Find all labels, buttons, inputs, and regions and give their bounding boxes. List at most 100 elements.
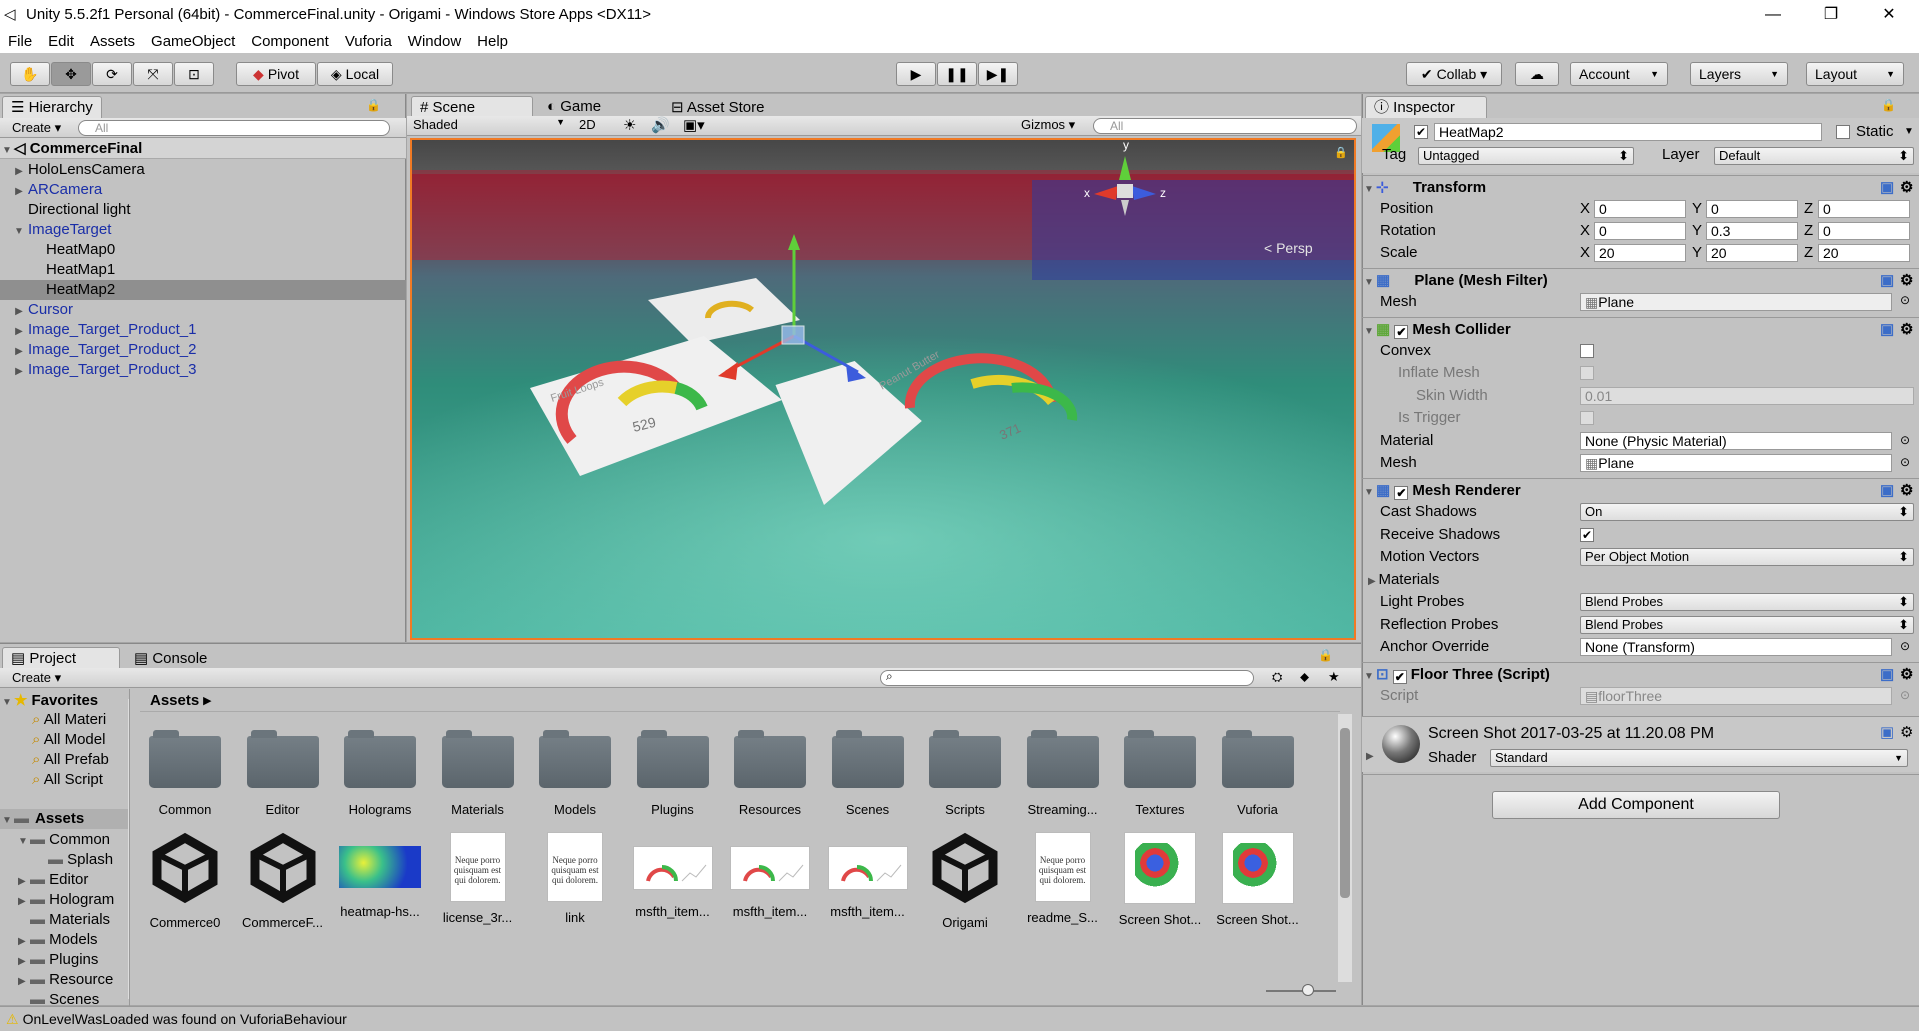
asset-file-item[interactable]: Commerce0 <box>140 832 230 930</box>
scene-lock-icon[interactable]: 🔒 <box>1334 146 1348 159</box>
scale-tool-button[interactable]: ⤧ <box>133 62 173 86</box>
tab-asset-store[interactable]: ⊟ Asset Store <box>671 98 764 116</box>
transform-header[interactable]: ▼ ⊹ Transform ▣ ⚙ <box>1362 175 1919 199</box>
foldout-arrow-icon[interactable]: ▶ <box>18 876 30 887</box>
asset-file-item[interactable]: Origami <box>920 832 1010 930</box>
shader-dropdown[interactable]: Standard ▼ <box>1490 749 1908 767</box>
asset-file-item[interactable]: Screen Shot... <box>1115 832 1205 927</box>
transform-y-field[interactable]: 0 <box>1706 200 1798 218</box>
static-arrow-icon[interactable]: ▼ <box>1904 126 1914 137</box>
axis-label-y[interactable]: Y <box>1692 244 1702 261</box>
gizmo-y-cone[interactable] <box>1119 156 1131 180</box>
settings-gear-icon[interactable]: ⚙ <box>1900 663 1913 687</box>
pivot-button[interactable]: ◆ Pivot <box>236 62 316 86</box>
favorite-item[interactable]: ⌕ All Prefab <box>32 751 109 768</box>
favorite-item[interactable]: ⌕ All Model <box>32 731 105 748</box>
help-icon[interactable]: ▣ <box>1880 318 1894 342</box>
orientation-gizmo[interactable]: y x z <box>1080 140 1170 236</box>
gizmo-neg-y-cone[interactable] <box>1121 200 1129 216</box>
account-dropdown[interactable]: Account ▼ <box>1570 62 1668 86</box>
menu-file[interactable]: File <box>8 33 32 50</box>
asset-file-item[interactable]: Screen Shot... <box>1213 832 1303 927</box>
reflection-probes-dropdown[interactable]: Blend Probes ⬍ <box>1580 616 1914 634</box>
local-button[interactable]: ◈ Local <box>317 62 393 86</box>
object-picker-icon[interactable]: ⊙ <box>1900 639 1910 653</box>
foldout-arrow-icon[interactable]: ▶ <box>18 896 30 907</box>
foldout-arrow-icon[interactable]: ▼ <box>0 811 14 831</box>
2d-toggle[interactable]: 2D <box>579 117 596 132</box>
project-search-input[interactable] <box>880 670 1254 686</box>
cast-shadows-dropdown[interactable]: On ⬍ <box>1580 503 1914 521</box>
projection-toggle[interactable]: < Persp <box>1264 240 1313 256</box>
mesh-renderer-header[interactable]: ▼ ▦ ✔ Mesh Renderer ▣ ⚙ <box>1362 478 1919 502</box>
axis-label-z[interactable]: Z <box>1804 244 1813 261</box>
tab-console[interactable]: ▤ Console <box>134 649 207 667</box>
maximize-icon[interactable]: ❐ <box>1803 0 1859 29</box>
pivot-cube[interactable] <box>781 325 805 345</box>
script-enabled-checkbox[interactable]: ✔ <box>1392 670 1407 684</box>
menu-help[interactable]: Help <box>477 33 508 50</box>
icon-size-slider[interactable] <box>1266 990 1336 992</box>
axis-label-z[interactable]: Z <box>1804 222 1813 239</box>
transform-z-field[interactable]: 20 <box>1818 244 1910 262</box>
scene-viewport[interactable]: Fruit Loops 529 Peanut Butter 371 y x z … <box>410 138 1356 640</box>
folder-item[interactable]: Resources <box>725 730 815 817</box>
asset-tree-item[interactable]: ▬ Materials <box>18 911 110 928</box>
menu-assets[interactable]: Assets <box>90 33 135 50</box>
settings-gear-icon[interactable]: ⚙ <box>1900 479 1913 503</box>
settings-gear-icon[interactable]: ⚙ <box>1900 269 1913 293</box>
icon-size-slider-thumb[interactable] <box>1302 984 1314 996</box>
asset-file-item[interactable]: Neque porro quisquam est qui dolorem. rea… <box>1018 832 1108 925</box>
settings-gear-icon[interactable]: ⚙ <box>1900 318 1913 342</box>
folder-item[interactable]: Holograms <box>335 730 425 817</box>
transform-y-field[interactable]: 0.3 <box>1706 222 1798 240</box>
tab-project[interactable]: ▤ Project <box>2 647 120 669</box>
folder-item[interactable]: Models <box>530 730 620 817</box>
gizmo-x-cone[interactable] <box>1094 186 1118 200</box>
favorites-row[interactable]: ▼ ★ Favorites <box>0 691 128 709</box>
rotate-tool-button[interactable]: ⟳ <box>92 62 132 86</box>
help-icon[interactable]: ▣ <box>1880 269 1894 293</box>
layer-dropdown[interactable]: Default ⬍ <box>1714 147 1914 165</box>
hierarchy-item[interactable]: ▶ Image_Target_Product_3 <box>0 360 406 380</box>
folder-item[interactable]: Common <box>140 730 230 817</box>
foldout-arrow-icon[interactable]: ▶ <box>12 182 26 202</box>
foldout-arrow-icon[interactable]: ▼ <box>1362 271 1376 295</box>
foldout-arrow-icon[interactable]: ▶ <box>12 362 26 382</box>
mesh-collider-header[interactable]: ▼ ▦ ✔ Mesh Collider ▣ ⚙ <box>1362 317 1919 341</box>
transform-z-field[interactable]: 0 <box>1818 200 1910 218</box>
foldout-arrow-icon[interactable]: ▼ <box>1362 665 1376 689</box>
folder-item[interactable]: Scenes <box>823 730 913 817</box>
hierarchy-item[interactable]: ▶ HoloLensCamera <box>0 160 406 180</box>
grid-scrollbar[interactable] <box>1338 714 1352 982</box>
grid-scroll-thumb[interactable] <box>1340 728 1350 898</box>
foldout-arrow-icon[interactable]: ▼ <box>1362 481 1376 505</box>
menu-window[interactable]: Window <box>408 33 461 50</box>
foldout-arrow-icon[interactable]: ▶ <box>1366 751 1374 762</box>
cloud-button[interactable]: ☁ <box>1515 62 1559 86</box>
asset-file-item[interactable]: msfth_item... <box>628 832 718 919</box>
axis-label-z[interactable]: Z <box>1804 200 1813 217</box>
mesh-filter-header[interactable]: ▼ ▦ Plane (Mesh Filter) ▣ ⚙ <box>1362 268 1919 292</box>
asset-tree-item[interactable]: ▶ ▬ Hologram <box>18 891 114 908</box>
hierarchy-item[interactable]: Directional light <box>0 200 406 220</box>
hierarchy-item[interactable]: ▶ Cursor <box>0 300 406 320</box>
asset-tree-item[interactable]: ▶ ▬ Resource <box>18 971 113 988</box>
foldout-arrow-icon[interactable]: ▶ <box>18 936 30 947</box>
static-checkbox[interactable] <box>1836 125 1850 139</box>
scene-search-input[interactable]: All <box>1093 118 1357 134</box>
axis-label-y[interactable]: Y <box>1692 200 1702 217</box>
foldout-arrow-icon[interactable]: ▼ <box>0 697 14 708</box>
object-picker-icon[interactable]: ⊙ <box>1900 293 1910 307</box>
receive-shadows-checkbox[interactable]: ✔ <box>1580 528 1594 542</box>
tab-hierarchy[interactable]: ☰ Hierarchy <box>2 96 102 118</box>
move-tool-button[interactable]: ✥ <box>51 62 91 86</box>
foldout-arrow-icon[interactable]: ▼ <box>1362 320 1376 344</box>
menu-gameobject[interactable]: GameObject <box>151 33 235 50</box>
play-button[interactable]: ▶ <box>896 62 936 86</box>
hierarchy-item[interactable]: ▼ ImageTarget <box>0 220 406 240</box>
step-button[interactable]: ▶❚ <box>978 62 1018 86</box>
script-header[interactable]: ▼ ⊡ ✔ Floor Three (Script) ▣ ⚙ <box>1362 662 1919 686</box>
asset-tree-item[interactable]: ▶ ▬ Plugins <box>18 951 98 968</box>
help-icon[interactable]: ▣ <box>1880 723 1894 741</box>
